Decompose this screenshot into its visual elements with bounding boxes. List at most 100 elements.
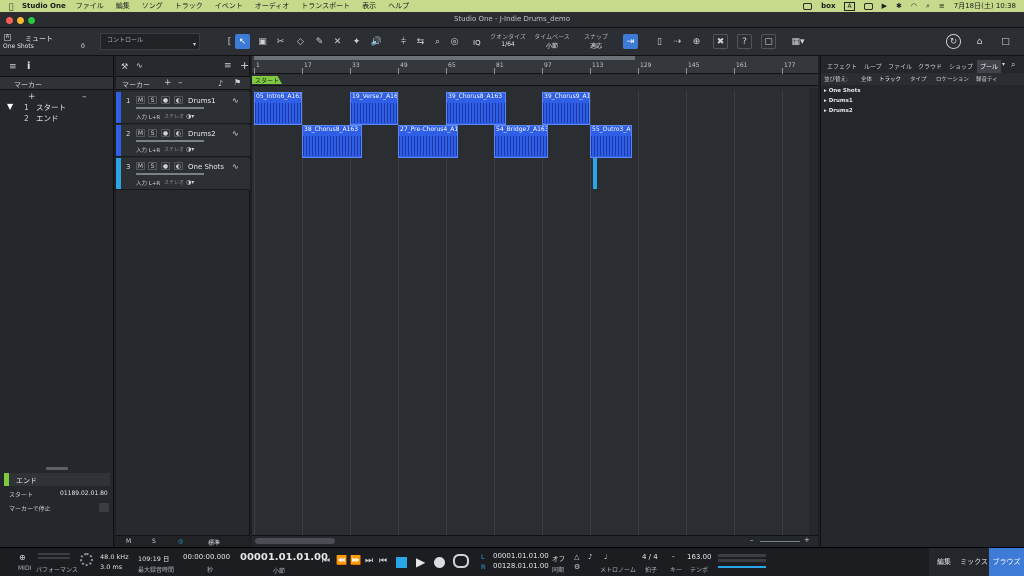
- listen-tool-icon[interactable]: 🔊: [369, 34, 384, 49]
- eraser-tool-icon[interactable]: ◇: [293, 34, 308, 49]
- horizontal-scrollbar[interactable]: [255, 538, 335, 544]
- fast-forward-icon[interactable]: ⏩: [350, 556, 361, 566]
- follow-icon[interactable]: ⇢: [670, 34, 685, 49]
- goto-start-icon[interactable]: ⏮: [379, 556, 387, 566]
- snap-value[interactable]: 適応: [576, 41, 616, 50]
- time-seconds[interactable]: 00:00:00.000: [183, 553, 230, 561]
- tab-pool[interactable]: プール: [977, 60, 1002, 73]
- list-item[interactable]: ▸ Drums1: [824, 98, 853, 104]
- paint-tool-icon[interactable]: ✎: [312, 34, 327, 49]
- scrub-icon[interactable]: ◎: [447, 34, 462, 49]
- wrench-icon[interactable]: ⚒: [121, 62, 128, 71]
- global-solo-button[interactable]: S: [152, 538, 156, 545]
- waveform-icon[interactable]: ∿: [232, 129, 239, 138]
- grid-view-icon[interactable]: ▦▾: [786, 34, 810, 49]
- tab-shop[interactable]: ショップ: [949, 62, 973, 71]
- waveform-icon[interactable]: ∿: [232, 96, 239, 105]
- search-icon[interactable]: ⌕: [926, 2, 930, 11]
- play-status-icon[interactable]: ▶: [882, 2, 887, 10]
- browse-view-button[interactable]: ブラウズ: [989, 548, 1024, 576]
- play-button[interactable]: ▶: [416, 555, 425, 569]
- stretch-icon[interactable]: ⇆: [413, 34, 428, 49]
- output-volume-slider[interactable]: [718, 566, 766, 568]
- performance-label[interactable]: パフォーマンス: [36, 565, 78, 574]
- stop-button[interactable]: [396, 557, 407, 568]
- global-mute-button[interactable]: M: [126, 538, 131, 545]
- return-to-zero-icon[interactable]: ⏮: [322, 556, 330, 566]
- automation-icon[interactable]: A: [4, 34, 11, 41]
- record-arm-button[interactable]: ●: [161, 129, 170, 137]
- timeline-ruler[interactable]: 1 17 33 49 65 81 97 113 129 145 161 177: [252, 56, 818, 74]
- quantize-value[interactable]: 1/64: [488, 41, 528, 48]
- autoscroll-icon[interactable]: ✖: [713, 34, 728, 49]
- zoom-out-icon[interactable]: –: [750, 536, 754, 544]
- arrange-view[interactable]: 1 17 33 49 65 81 97 113 129 145 161 177 スタート 05_Int…: [252, 56, 818, 547]
- audio-event[interactable]: 19_Verse7_A163: [350, 92, 398, 125]
- audio-event[interactable]: 55_Outro3_A163: [590, 125, 632, 158]
- display-icon[interactable]: [803, 2, 813, 10]
- track-name[interactable]: One Shots: [188, 163, 224, 171]
- menu-song[interactable]: ソング: [142, 1, 163, 11]
- timebase-value[interactable]: 小節: [530, 41, 574, 50]
- volume-slider[interactable]: [136, 140, 204, 142]
- volume-slider[interactable]: [136, 173, 204, 175]
- solo-button[interactable]: S: [148, 129, 157, 137]
- marker-listen-icon[interactable]: ♪: [218, 79, 223, 88]
- audio-event[interactable]: 54_Bridge7_A163: [494, 125, 548, 158]
- loop-end[interactable]: 00128.01.01.00: [493, 562, 549, 570]
- solo-button[interactable]: S: [148, 162, 157, 170]
- account-icon[interactable]: □: [998, 34, 1013, 49]
- audio-event[interactable]: 05_Intro6_A163: [254, 92, 302, 125]
- automation-line-icon[interactable]: ∿: [136, 61, 143, 70]
- stop-at-marker-checkbox[interactable]: [99, 503, 109, 512]
- zoom-icon[interactable]: ⌕: [430, 34, 445, 49]
- tempo-value[interactable]: 163.00: [687, 553, 712, 561]
- input-label[interactable]: 入力 L+R: [136, 179, 160, 187]
- loop-start-icon[interactable]: ▯: [652, 34, 667, 49]
- sort-track[interactable]: トラック: [879, 75, 901, 83]
- audio-event[interactable]: 38_Chorus8_A163: [302, 125, 362, 158]
- position-display[interactable]: 00001.01.01.00: [240, 552, 328, 563]
- track-row[interactable]: 1 M S ● ◐ Drums1 ∿ 入力 L+R ステレオ ◑▾: [116, 92, 250, 124]
- list-item[interactable]: ▸ One Shots: [824, 88, 860, 94]
- camera-icon[interactable]: [863, 2, 873, 10]
- vertical-scrollbar[interactable]: [809, 88, 818, 536]
- edit-view-button[interactable]: 編集: [929, 548, 959, 576]
- tab-loops[interactable]: ループ: [864, 62, 882, 71]
- loop-range[interactable]: [254, 56, 635, 60]
- marker-lane[interactable]: スタート: [252, 75, 818, 86]
- monitor-button[interactable]: ◐: [174, 129, 183, 137]
- input-source-icon[interactable]: A: [844, 1, 855, 11]
- track-row[interactable]: 2 M S ● ◐ Drums2 ∿ 入力 L+R ステレオ ◑▾: [116, 125, 250, 157]
- tab-files[interactable]: ファイル: [888, 62, 912, 71]
- track-row[interactable]: 3 M S ● ◐ One Shots ∿ 入力 L+R ステレオ ◑▾: [116, 158, 250, 190]
- control-center-icon[interactable]: ≡: [939, 2, 945, 10]
- snap-toggle-icon[interactable]: ⇥: [623, 34, 638, 49]
- input-label[interactable]: 入力 L+R: [136, 113, 160, 121]
- menu-event[interactable]: イベント: [215, 1, 243, 11]
- video-icon[interactable]: ▢: [761, 34, 776, 49]
- sort-all[interactable]: 全体: [861, 75, 872, 83]
- remove-marker-track-icon[interactable]: –: [178, 78, 183, 88]
- marker-row[interactable]: 2 エンド: [24, 113, 104, 123]
- add-track-icon[interactable]: +: [240, 59, 249, 72]
- range-tool-icon[interactable]: ▣: [255, 34, 270, 49]
- sync-value[interactable]: オフ: [552, 553, 565, 563]
- track-name[interactable]: Drums1: [188, 97, 216, 105]
- bluetooth-icon[interactable]: ✱: [896, 2, 902, 10]
- start-marker[interactable]: スタート: [252, 76, 283, 84]
- monitor-button[interactable]: ◐: [174, 96, 183, 104]
- tab-cloud[interactable]: クラウド: [918, 62, 942, 71]
- track-name-field[interactable]: One Shots: [3, 43, 34, 50]
- menu-view[interactable]: 表示: [362, 1, 376, 11]
- menu-file[interactable]: ファイル: [76, 1, 104, 11]
- resize-handle[interactable]: [46, 467, 68, 470]
- zoom-in-icon[interactable]: +: [804, 536, 810, 544]
- add-marker-track-icon[interactable]: +: [164, 78, 172, 88]
- datetime[interactable]: 7月18日(土) 10:38: [954, 1, 1016, 11]
- goto-end-icon[interactable]: ⏭: [365, 556, 373, 566]
- wifi-icon[interactable]: ◠: [911, 2, 917, 10]
- rewind-icon[interactable]: ⏪: [336, 556, 347, 566]
- record-button[interactable]: [434, 557, 445, 568]
- metronome-settings-icon[interactable]: ⚙: [574, 563, 580, 571]
